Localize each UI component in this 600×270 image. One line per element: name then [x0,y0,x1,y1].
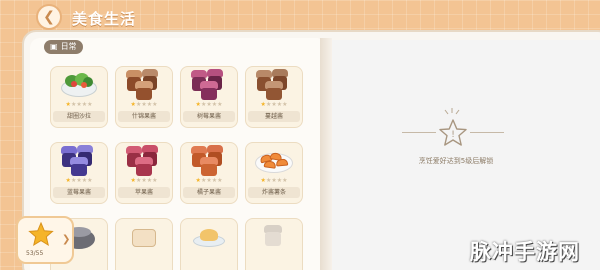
chevron-right-icon: ❯ [62,234,71,245]
rating-stars: ★★★★★ [260,101,288,108]
recipe-card[interactable]: ★★★★★ 炸酱薯条 [245,142,303,204]
fried-shrimp-icon [252,145,296,177]
jam-jars-icon [187,69,231,101]
collection-progress[interactable]: 53/55 ❯ [16,216,74,264]
back-button[interactable]: ❮ [36,4,62,30]
category-label: 日常 [60,42,77,51]
rating-stars: ★★★★★ [65,177,93,184]
category-tab-daily[interactable]: ▣ 日常 [44,40,83,54]
recipe-name: 苹果酱 [118,187,170,198]
recipe-card[interactable] [115,218,173,270]
rating-stars: ★★★★★ [65,101,93,108]
svg-text:!: ! [451,130,455,140]
recipe-card[interactable]: ★★★★★ 橘子果酱 [180,142,238,204]
rating-stars: ★★★★★ [260,177,288,184]
recipe-card[interactable] [245,218,303,270]
locked-star-icon: ! [439,119,467,146]
recipe-card[interactable]: ★★★★★ 蓝莓果酱 [50,142,108,204]
sparkle-rays-icon [444,108,460,115]
rating-stars: ★★★★★ [195,101,223,108]
rating-stars: ★★★★★ [195,177,223,184]
recipe-card[interactable] [180,218,238,270]
recipe-grid: ★★★★★ 甜圈沙拉 ★★★★★ 什锦果酱 ★★★★★ 树莓果酱 ★★★★★ 蔓… [50,66,303,270]
divider-right [470,132,504,133]
page-title: 美食生活 [72,10,137,28]
unlock-requirement-text: 烹饪爱好达到5级后解锁 [418,157,494,165]
book-binding [320,38,332,270]
recipe-card[interactable]: ★★★★★ 苹果酱 [115,142,173,204]
divider-left [402,132,436,133]
cookbook-icon: ▣ [50,42,58,51]
progress-value: 53/55 [26,250,44,257]
rating-stars: ★★★★★ [130,177,158,184]
jam-jars-icon [187,145,231,177]
salad-icon [57,69,101,101]
jam-jars-icon [252,69,296,101]
recipe-card[interactable]: ★★★★★ 树莓果酱 [180,66,238,128]
star-icon [28,222,54,247]
cake-icon [122,221,166,253]
recipe-name: 橘子果酱 [183,187,235,198]
recipe-name: 蔓越酱 [248,111,300,122]
pudding-icon [187,221,231,253]
recipe-card[interactable]: ★★★★★ 什锦果酱 [115,66,173,128]
jam-jars-icon [122,145,166,177]
jam-jars-icon [252,221,296,253]
recipe-name: 树莓果酱 [183,111,235,122]
rating-stars: ★★★★★ [130,101,158,108]
recipe-name: 什锦果酱 [118,111,170,122]
recipe-name: 炸酱薯条 [248,187,300,198]
recipe-name: 甜圈沙拉 [53,111,105,122]
watermark: 脉冲手游网 [470,240,580,264]
recipe-name: 蓝莓果酱 [53,187,105,198]
chevron-left-icon: ❮ [43,9,55,25]
recipe-card[interactable]: ★★★★★ 蔓越酱 [245,66,303,128]
recipe-card[interactable]: ★★★★★ 甜圈沙拉 [50,66,108,128]
jam-jars-icon [122,69,166,101]
jam-jars-icon [57,145,101,177]
